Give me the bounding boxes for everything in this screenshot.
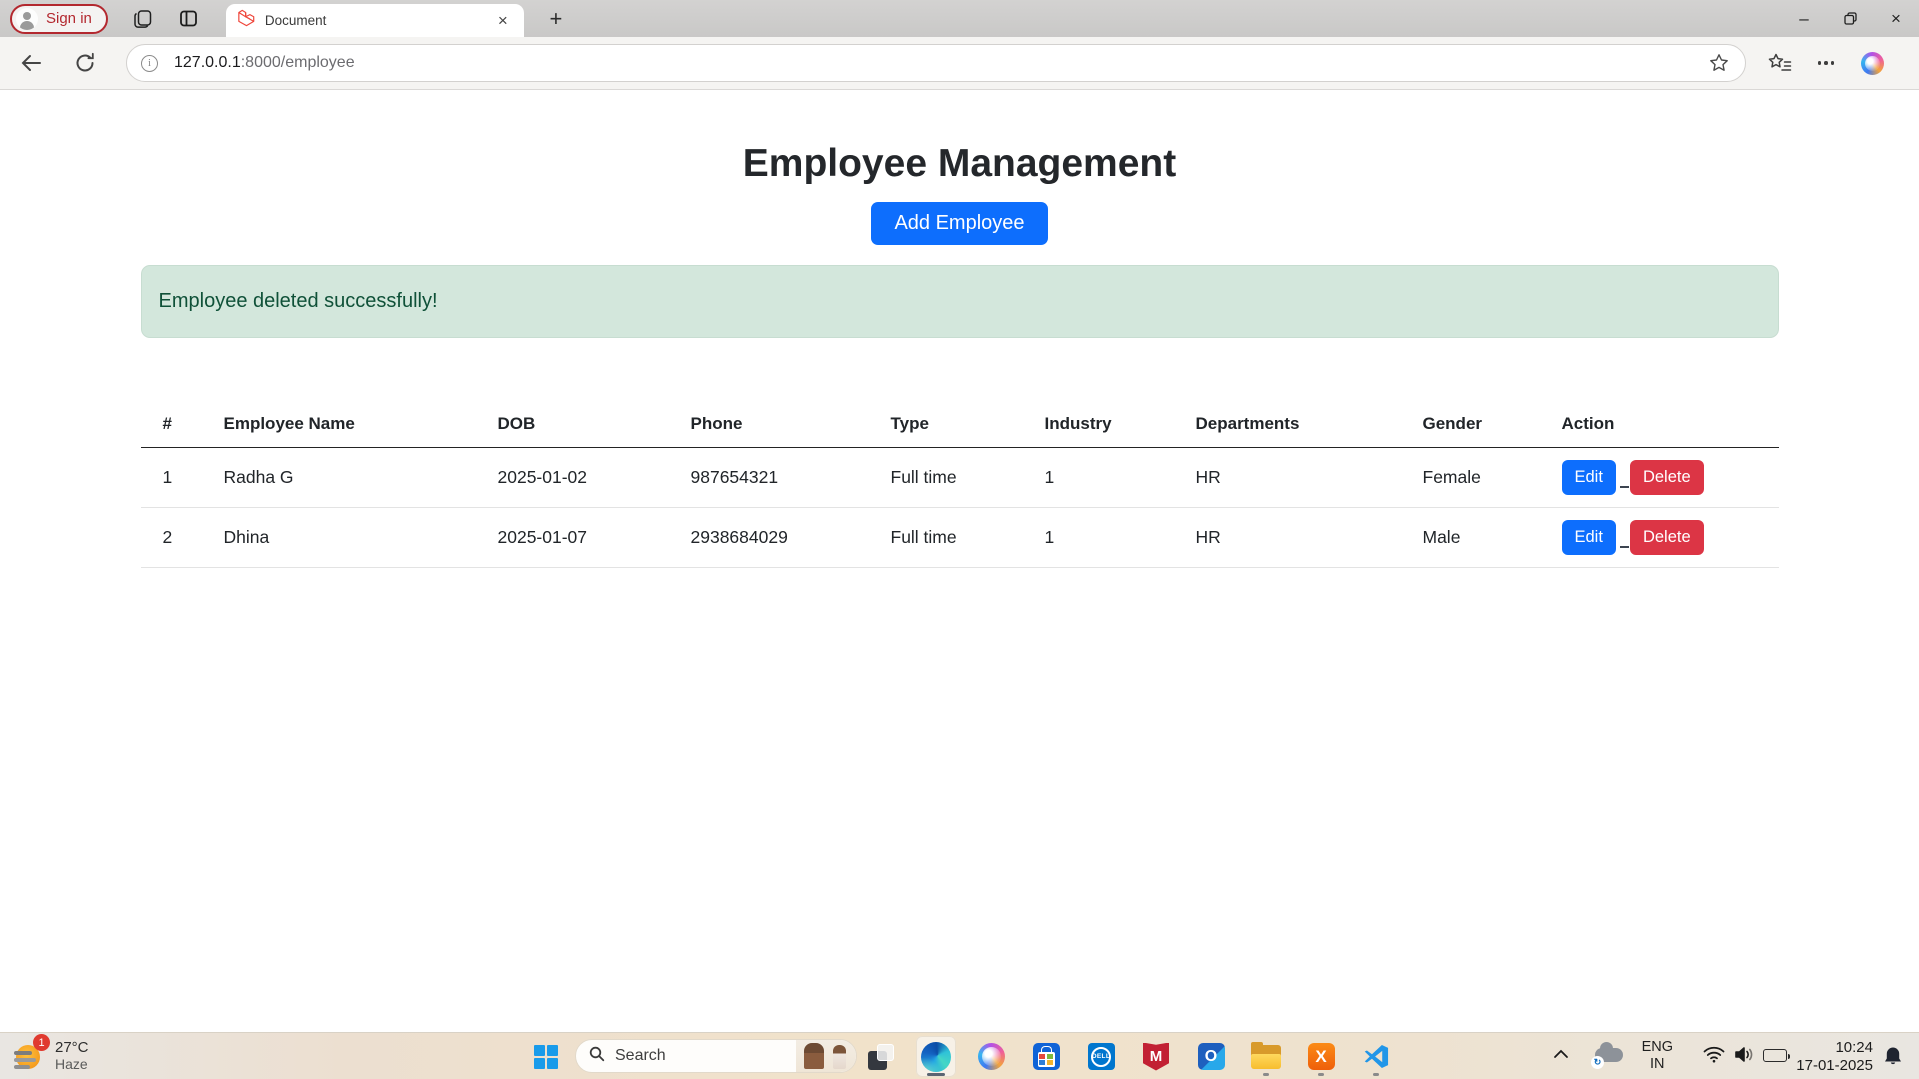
profile-avatar-icon	[16, 8, 38, 30]
tray-time: 10:24	[1796, 1039, 1873, 1057]
favorites-icon[interactable]	[1768, 51, 1792, 75]
web-page: Employee Management Add Employee Employe…	[0, 90, 1919, 1032]
cell-action: Edit Delete	[1554, 448, 1779, 508]
onedrive-sync-icon[interactable]: ↻	[1593, 1046, 1623, 1066]
notification-bell-icon[interactable]	[1883, 1046, 1903, 1072]
restore-button[interactable]	[1827, 0, 1873, 37]
cell-phone: 987654321	[683, 448, 883, 508]
tab-close-icon[interactable]: ×	[492, 10, 514, 32]
cell-dob: 2025-01-02	[490, 448, 683, 508]
signin-button[interactable]: Sign in	[10, 4, 108, 34]
col-header-departments: Departments	[1188, 408, 1415, 448]
col-header-num: #	[141, 408, 216, 448]
minimize-button[interactable]: –	[1781, 0, 1827, 37]
delete-button[interactable]: Delete	[1630, 520, 1704, 555]
tab-title: Document	[265, 13, 492, 28]
clock[interactable]: 10:24 17-01-2025	[1796, 1039, 1873, 1075]
vertical-tabs-icon[interactable]	[178, 8, 200, 30]
language-indicator[interactable]: ENGIN	[1642, 1039, 1673, 1073]
url-text[interactable]: 127.0.0.1:8000/employee	[174, 54, 1685, 72]
cell-departments: HR	[1188, 448, 1415, 508]
tray-date: 17-01-2025	[1796, 1057, 1873, 1075]
table-row: 2 Dhina 2025-01-07 2938684029 Full time …	[141, 508, 1779, 568]
laravel-favicon-icon	[238, 9, 255, 32]
url-host: 127.0.0.1	[174, 54, 241, 71]
workspaces-icon[interactable]	[132, 8, 154, 30]
table-row: 1 Radha G 2025-01-02 987654321 Full time…	[141, 448, 1779, 508]
copilot-icon[interactable]	[1860, 51, 1884, 75]
col-header-dob: DOB	[490, 408, 683, 448]
col-header-action: Action	[1554, 408, 1779, 448]
cell-type: Full time	[883, 448, 1037, 508]
employee-table: # Employee Name DOB Phone Type Industry …	[141, 408, 1779, 568]
cell-gender: Male	[1415, 508, 1554, 568]
site-info-icon[interactable]: i	[141, 55, 158, 72]
col-header-name: Employee Name	[216, 408, 490, 448]
cell-name: Dhina	[216, 508, 490, 568]
new-tab-button[interactable]: +	[542, 5, 570, 33]
browser-tab-document[interactable]: Document ×	[226, 4, 524, 37]
edit-button[interactable]: Edit	[1562, 460, 1616, 495]
screen: Sign in Document × + –	[0, 0, 1919, 1079]
wifi-icon[interactable]	[1703, 1046, 1725, 1068]
signin-label: Sign in	[46, 10, 92, 27]
col-header-gender: Gender	[1415, 408, 1554, 448]
cell-num: 2	[141, 508, 216, 568]
address-bar[interactable]: i 127.0.0.1:8000/employee	[126, 44, 1746, 82]
table-header-row: # Employee Name DOB Phone Type Industry …	[141, 408, 1779, 448]
delete-button[interactable]: Delete	[1630, 460, 1704, 495]
back-button[interactable]	[16, 48, 46, 78]
cell-num: 1	[141, 448, 216, 508]
cell-type: Full time	[883, 508, 1037, 568]
link-underscore	[1620, 486, 1629, 489]
refresh-button[interactable]	[70, 48, 100, 78]
col-header-phone: Phone	[683, 408, 883, 448]
col-header-type: Type	[883, 408, 1037, 448]
browser-toolbar: i 127.0.0.1:8000/employee	[0, 37, 1919, 90]
edit-button[interactable]: Edit	[1562, 520, 1616, 555]
url-path: :8000/employee	[241, 54, 355, 71]
cell-industry: 1	[1037, 448, 1188, 508]
tray-chevron-icon[interactable]	[1553, 1047, 1569, 1065]
cell-name: Radha G	[216, 448, 490, 508]
battery-icon[interactable]	[1763, 1049, 1787, 1062]
taskbar: 1 27°C Haze Search	[0, 1032, 1919, 1079]
volume-icon[interactable]	[1734, 1046, 1755, 1068]
cell-gender: Female	[1415, 448, 1554, 508]
close-window-button[interactable]: ×	[1873, 0, 1919, 37]
add-employee-button[interactable]: Add Employee	[871, 202, 1047, 245]
cell-departments: HR	[1188, 508, 1415, 568]
settings-ellipsis-icon[interactable]	[1814, 51, 1838, 75]
cell-phone: 2938684029	[683, 508, 883, 568]
success-alert: Employee deleted successfully!	[141, 265, 1779, 338]
system-tray: ↻ ENGIN 10:24 17-01-2025	[0, 1033, 1919, 1079]
page-title: Employee Management	[0, 90, 1919, 186]
browser-tab-strip: Sign in Document × + –	[0, 0, 1919, 37]
cell-dob: 2025-01-07	[490, 508, 683, 568]
window-controls: – ×	[1781, 0, 1919, 37]
link-underscore	[1620, 546, 1629, 549]
cell-industry: 1	[1037, 508, 1188, 568]
add-favorite-star-icon[interactable]	[1707, 51, 1731, 75]
col-header-industry: Industry	[1037, 408, 1188, 448]
cell-action: Edit Delete	[1554, 508, 1779, 568]
